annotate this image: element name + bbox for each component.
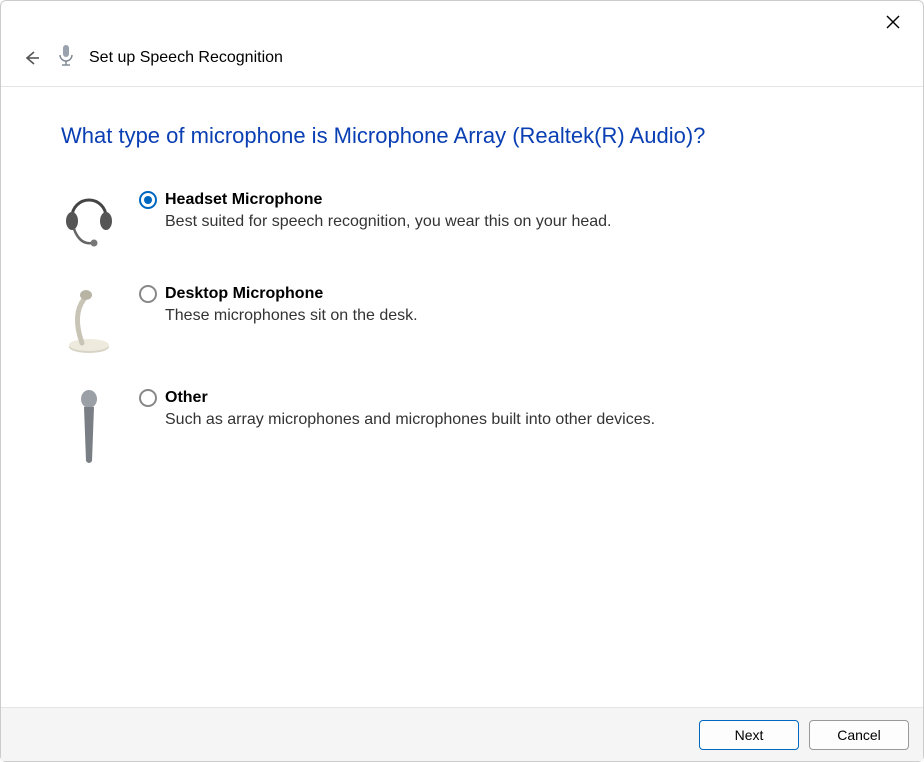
back-button[interactable] (19, 46, 43, 70)
radio-other[interactable] (139, 389, 157, 407)
wizard-title: Set up Speech Recognition (89, 49, 283, 67)
titlebar (1, 1, 923, 43)
next-button[interactable]: Next (699, 720, 799, 750)
wizard-footer: Next Cancel (1, 707, 923, 761)
option-desc: Best suited for speech recognition, you … (165, 213, 611, 231)
option-desc: These microphones sit on the desk. (165, 307, 418, 325)
cancel-button[interactable]: Cancel (809, 720, 909, 750)
radio-desktop[interactable] (139, 285, 157, 303)
wizard-content: What type of microphone is Microphone Ar… (1, 87, 923, 469)
option-desc: Such as array microphones and microphone… (165, 411, 655, 429)
option-label: Desktop Microphone (165, 285, 323, 303)
option-label: Headset Microphone (165, 191, 322, 209)
wizard-header: Set up Speech Recognition (1, 43, 923, 87)
headset-icon (61, 191, 117, 251)
close-icon (886, 15, 900, 29)
handheld-mic-icon (61, 389, 117, 469)
back-arrow-icon (21, 48, 41, 68)
option-headset[interactable]: Headset Microphone Best suited for speec… (61, 191, 863, 251)
option-label: Other (165, 389, 208, 407)
radio-headset[interactable] (139, 191, 157, 209)
desktop-mic-icon (61, 285, 117, 355)
close-button[interactable] (877, 6, 909, 38)
option-desktop[interactable]: Desktop Microphone These microphones sit… (61, 285, 863, 355)
page-heading: What type of microphone is Microphone Ar… (61, 123, 863, 149)
microphone-header-icon (57, 43, 75, 72)
option-other[interactable]: Other Such as array microphones and micr… (61, 389, 863, 469)
